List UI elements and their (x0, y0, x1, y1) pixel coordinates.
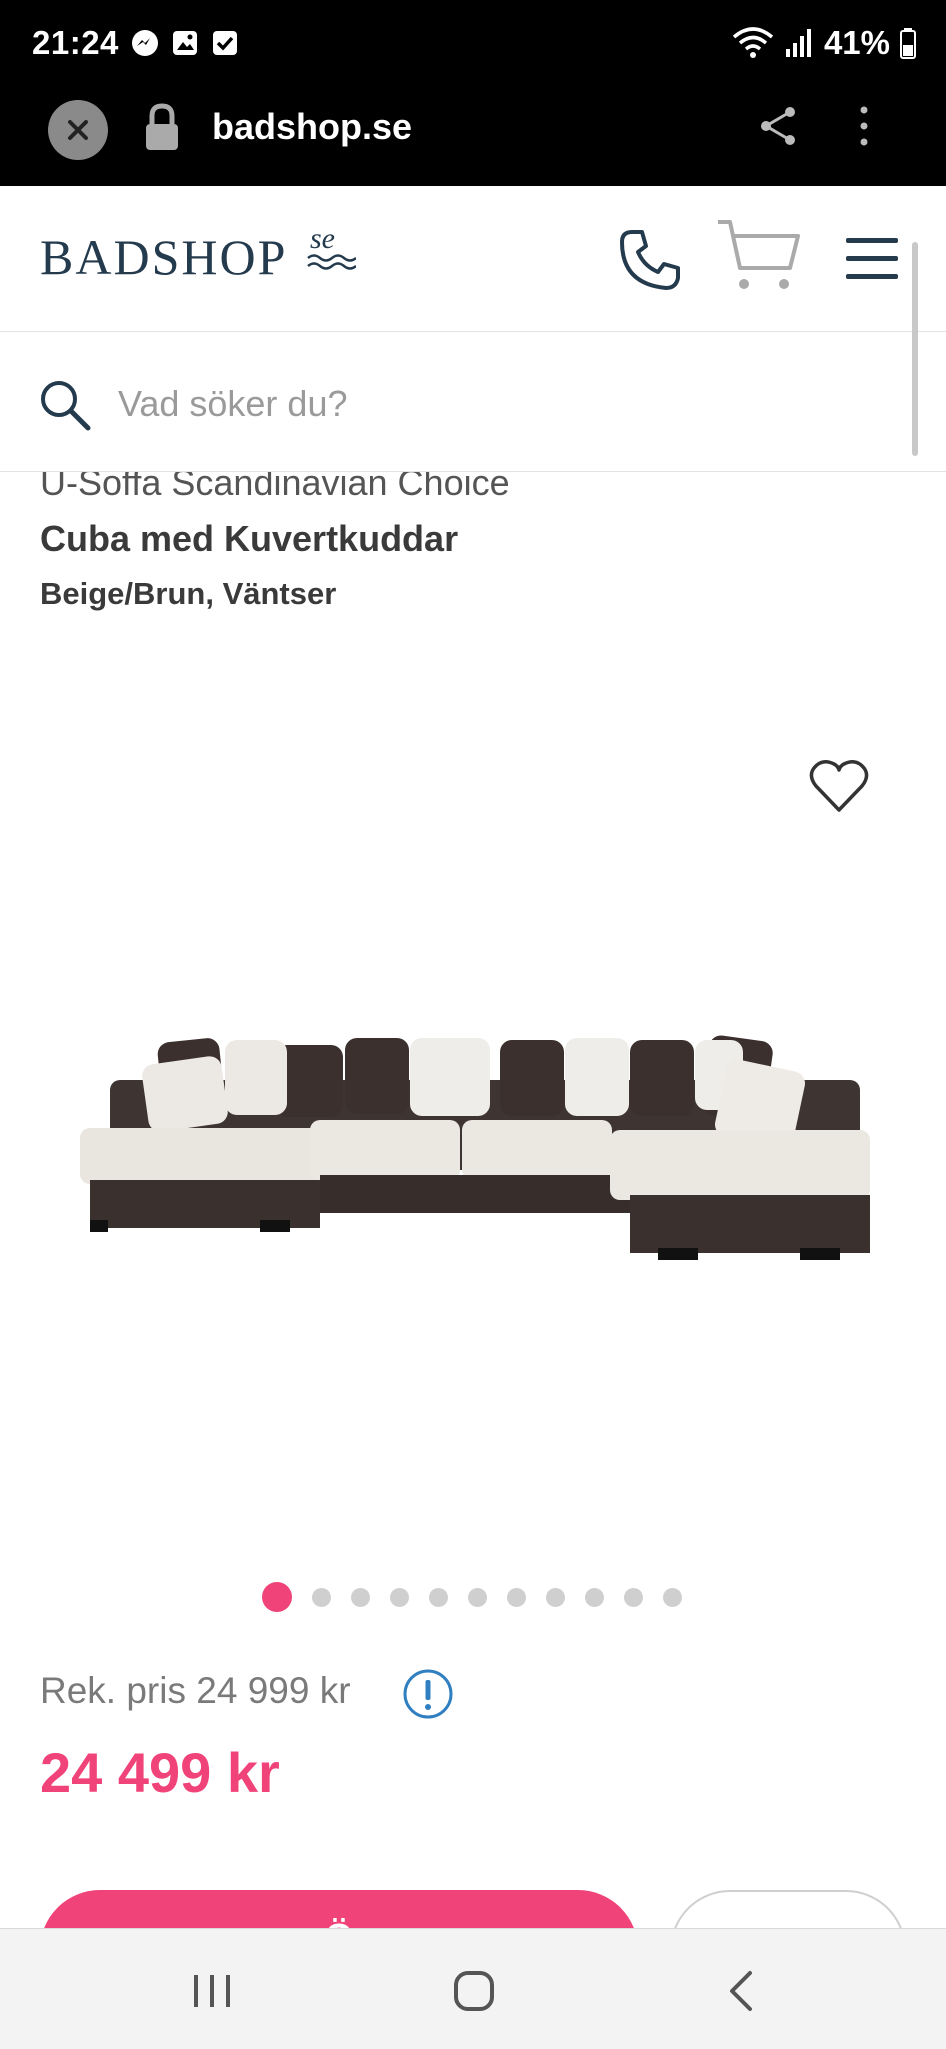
carousel-dot[interactable] (663, 1587, 682, 1607)
recommended-price: Rek. pris 24 999 kr (40, 1670, 351, 1711)
wifi-icon (732, 27, 774, 58)
lock-icon (146, 103, 178, 150)
browser-toolbar: badshop.se (0, 88, 946, 186)
gallery-icon (173, 31, 197, 55)
phone-icon[interactable] (618, 228, 682, 292)
close-icon (68, 120, 88, 140)
scrollbar[interactable] (912, 242, 918, 456)
waves-icon (307, 254, 357, 270)
info-icon[interactable] (402, 1668, 454, 1720)
search-input[interactable] (118, 374, 878, 434)
carousel-dot[interactable] (429, 1587, 448, 1607)
home-icon[interactable] (452, 1969, 496, 2013)
carousel-dot[interactable] (546, 1587, 565, 1607)
messenger-icon (132, 30, 158, 56)
more-vert-icon[interactable] (854, 104, 874, 148)
carousel-dot[interactable] (351, 1587, 370, 1607)
checkbox-icon (213, 31, 237, 55)
logo-suffix: se (310, 222, 335, 255)
search-bar (0, 332, 946, 472)
product-variant: Beige/Brun, Väntser (40, 576, 337, 611)
status-right: 41% (732, 24, 916, 62)
cart-icon[interactable] (716, 218, 802, 298)
back-icon[interactable] (726, 1969, 756, 2013)
carousel-dot[interactable] (624, 1587, 643, 1607)
menu-icon[interactable] (844, 236, 900, 282)
carousel-dot[interactable] (468, 1587, 487, 1607)
battery-icon (900, 28, 916, 59)
carousel-dot[interactable] (390, 1587, 409, 1607)
close-tab-button[interactable] (48, 100, 108, 160)
carousel-dot-active[interactable] (262, 1582, 292, 1612)
share-icon[interactable] (756, 104, 800, 148)
site-logo[interactable]: BADSHOP (40, 228, 287, 286)
status-time: 21:24 (32, 24, 119, 61)
carousel-dot[interactable] (312, 1587, 331, 1607)
carousel-dot[interactable] (585, 1587, 604, 1607)
product-name: Cuba med Kuvertkuddar (40, 518, 459, 559)
site-header: BADSHOP se (0, 186, 946, 332)
signal-icon (785, 29, 811, 57)
favorite-heart-icon[interactable] (808, 758, 870, 814)
logo-se-mark[interactable]: se (306, 222, 357, 277)
system-nav-bar (0, 1928, 946, 2049)
battery-percentage: 41% (823, 24, 890, 61)
carousel-dot[interactable] (507, 1587, 526, 1607)
url-display[interactable]: badshop.se (212, 106, 412, 148)
product-image[interactable] (70, 1020, 880, 1280)
recents-icon[interactable] (190, 1971, 234, 2011)
image-carousel-dots (262, 1582, 682, 1612)
status-bar: 21:24 41% (0, 0, 946, 88)
product-price: 24 499 kr (40, 1741, 280, 1804)
notification-icons (130, 28, 240, 58)
search-icon (41, 381, 91, 431)
